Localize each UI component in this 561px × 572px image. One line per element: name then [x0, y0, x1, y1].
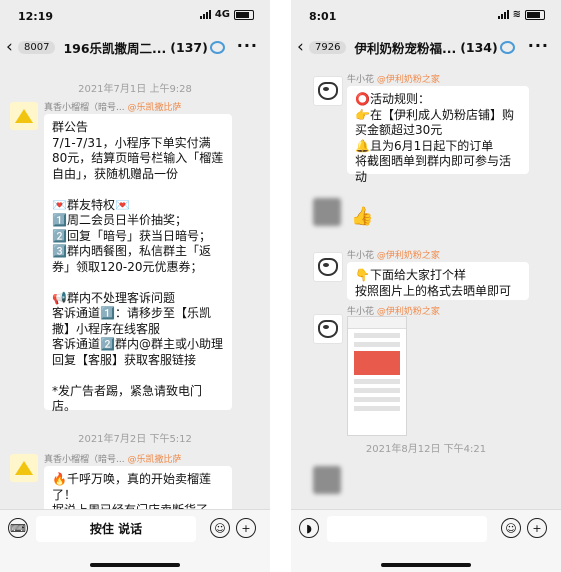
status-bar: 12:19 4G [0, 0, 270, 30]
avatar[interactable] [313, 76, 343, 106]
sender-name: 牛小花 @伊利奶粉之家 [347, 75, 440, 85]
status-bar: 8:01 ≋ [291, 0, 561, 30]
back-icon[interactable]: ‹ [297, 37, 309, 57]
message-input[interactable] [327, 516, 487, 542]
right-chat-screen: 8:01 ≋ ‹ 7926 伊利奶粉宠粉福... (134) ··· 牛小花 @… [291, 0, 561, 572]
chat-header: ‹ 8007 196乐凯撒周二... (137) ··· [0, 30, 270, 64]
status-indicators: 4G [199, 9, 254, 20]
left-chat-screen: 12:19 4G ‹ 8007 196乐凯撒周二... (137) ··· 20… [0, 0, 270, 572]
unread-badge[interactable]: 7926 [309, 40, 347, 54]
chat-header: ‹ 7926 伊利奶粉宠粉福... (134) ··· [291, 30, 561, 64]
order-screenshot-image[interactable] [347, 316, 407, 436]
sender-name: 真香小榴榴（暗号... @乐凯撒比萨 [44, 455, 182, 465]
chat-message[interactable]: 👇下面给大家打个样 按照图片上的格式去晒单即可 [347, 262, 529, 300]
sender-name: 牛小花 @伊利奶粉之家 [347, 251, 440, 261]
chat-bubble-icon [499, 40, 515, 54]
more-icon[interactable]: ··· [528, 36, 549, 55]
status-time: 8:01 [309, 10, 337, 23]
message-list[interactable]: 2021年7月1日 上午9:28 真香小榴榴（暗号... @乐凯撒比萨 群公告 … [0, 64, 270, 510]
plus-icon[interactable]: + [527, 518, 547, 538]
status-time: 12:19 [18, 10, 54, 23]
timestamp: 2021年7月2日 下午5:12 [78, 434, 192, 445]
status-indicators: ≋ [497, 9, 545, 20]
avatar[interactable] [10, 454, 38, 482]
signal-icon [199, 10, 211, 19]
avatar[interactable] [313, 198, 341, 226]
rules-message[interactable]: ⭕活动规则： 👉在【伊利成人奶粉店铺】购买金额超过30元 🔔且为6月1日起下的订… [347, 86, 529, 184]
more-icon[interactable]: ··· [237, 36, 258, 55]
battery-icon [525, 9, 545, 20]
avatar[interactable] [313, 466, 341, 494]
message-list[interactable]: 牛小花 @伊利奶粉之家 ⭕活动规则： 👉在【伊利成人奶粉店铺】购买金额超过30元… [291, 64, 561, 510]
thumbs-up-message[interactable]: 👍 [351, 206, 373, 227]
chat-title: 196乐凯撒周二... [63, 40, 167, 56]
member-count: (134) [460, 39, 498, 55]
signal-icon [497, 10, 509, 19]
announcement-message[interactable]: 群公告 7/1-7/31，小程序下单实付满80元，结算页暗号栏输入「榴莲自由」，… [44, 114, 232, 413]
chat-title: 伊利奶粉宠粉福... [354, 40, 457, 56]
timestamp: 2021年7月1日 上午9:28 [78, 84, 192, 95]
avatar[interactable] [313, 314, 343, 344]
battery-icon [234, 9, 254, 20]
home-indicator [90, 563, 180, 567]
back-icon[interactable]: ‹ [6, 37, 18, 57]
emoji-icon[interactable]: ☺ [501, 518, 521, 538]
chat-message[interactable]: 🔥千呼万唤，真的开始卖榴莲了！ 据说上周已经有门店卖断货了， [44, 466, 232, 510]
avatar[interactable] [10, 102, 38, 130]
input-bar: ⌨ 按住 说话 ☺ + [0, 509, 270, 572]
chat-bubble-icon [209, 40, 225, 54]
unread-badge[interactable]: 8007 [18, 40, 56, 54]
home-indicator [381, 563, 471, 567]
emoji-icon[interactable]: ☺ [210, 518, 230, 538]
member-count: (137) [170, 39, 208, 55]
hold-to-talk-button[interactable]: 按住 说话 [36, 516, 196, 542]
network-label: 4G [214, 9, 230, 20]
timestamp: 2021年8月12日 下午4:21 [365, 444, 487, 455]
input-bar: ◗ ☺ + [291, 509, 561, 572]
wifi-icon: ≋ [512, 9, 521, 20]
voice-icon[interactable]: ◗ [299, 518, 319, 538]
plus-icon[interactable]: + [236, 518, 256, 538]
sender-name: 真香小榴榴（暗号... @乐凯撒比萨 [44, 103, 182, 113]
avatar[interactable] [313, 252, 343, 282]
keyboard-icon[interactable]: ⌨ [8, 518, 28, 538]
